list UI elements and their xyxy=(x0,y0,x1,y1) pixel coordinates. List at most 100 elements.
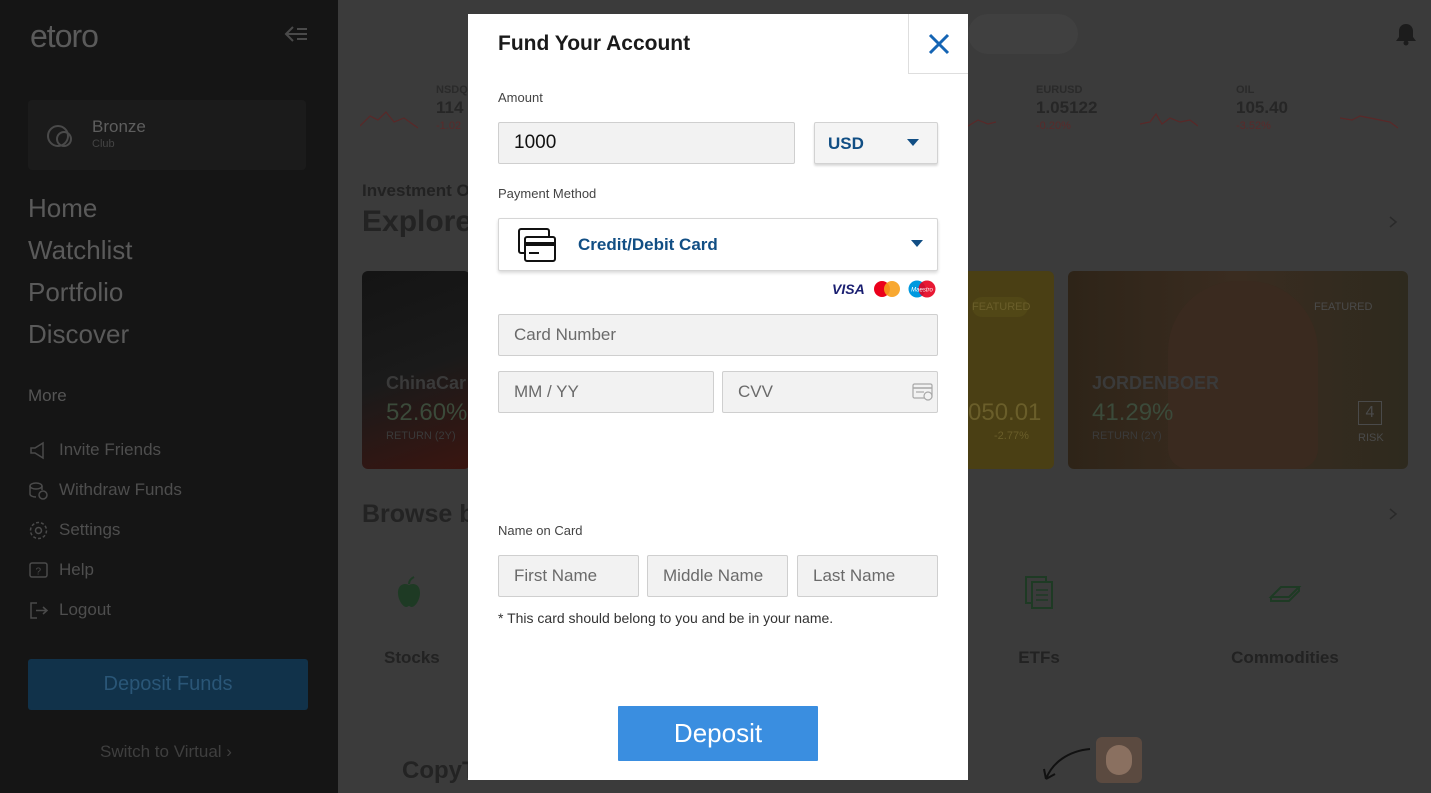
visa-logo: VISA xyxy=(832,281,865,297)
nav-label: Invite Friends xyxy=(59,440,162,459)
chevron-right-icon[interactable] xyxy=(1386,215,1400,229)
card-brands: VISA Maestro xyxy=(832,279,938,299)
nav-discover[interactable]: Discover xyxy=(28,316,133,358)
deposit-funds-button[interactable]: Deposit Funds xyxy=(28,659,308,710)
fund-account-modal: Fund Your Account Amount USD Payment Met… xyxy=(468,14,968,780)
category-stocks[interactable]: Stocks xyxy=(384,575,440,668)
ticker-nsdq[interactable]: NSDQ 114 -1.02 xyxy=(436,84,468,132)
credit-card-icon xyxy=(518,228,556,262)
modal-title: Fund Your Account xyxy=(498,32,691,55)
card-name: ChinaCar xyxy=(386,373,467,393)
etoro-logo[interactable]: etoro xyxy=(30,18,99,55)
card-ownership-note: * This card should belong to you and be … xyxy=(498,610,834,626)
apple-icon xyxy=(398,576,420,607)
card-name: JORDENBOER xyxy=(1092,373,1220,393)
avatar[interactable] xyxy=(1096,737,1142,783)
more-nav: Invite Friends Withdraw Funds Settings ?… xyxy=(28,430,182,630)
first-name-input[interactable] xyxy=(498,555,639,597)
category-etfs[interactable]: ETFs xyxy=(1016,575,1062,668)
section-subtitle: Investment Op xyxy=(362,181,481,200)
name-on-card-label: Name on Card xyxy=(498,523,583,538)
nav-help[interactable]: ? Help xyxy=(28,550,182,590)
club-icon xyxy=(47,125,72,147)
investment-card-featured[interactable]: FEATURED 050.01 -2.77% xyxy=(968,271,1054,469)
sparkline-eurusd xyxy=(1140,112,1198,127)
currency-select[interactable]: USD xyxy=(814,122,938,164)
deposit-button[interactable]: Deposit xyxy=(618,706,818,761)
expiry-input[interactable] xyxy=(498,371,714,413)
svg-text:?: ? xyxy=(36,566,42,577)
copytrader-title: CopyT xyxy=(402,757,477,784)
ticker-name: OIL xyxy=(1236,84,1255,96)
card-return: 52.60% xyxy=(386,399,468,426)
megaphone-icon xyxy=(30,441,44,459)
nav-portfolio[interactable]: Portfolio xyxy=(28,274,133,316)
ticker-value: 1.05122 xyxy=(1036,98,1098,117)
investment-card-chinacar[interactable]: ChinaCar 52.60% RETURN (2Y) xyxy=(362,271,470,469)
club-badge[interactable]: Bronze Club xyxy=(28,100,306,170)
search-bar[interactable] xyxy=(968,14,1078,54)
risk-score: 4 xyxy=(1358,401,1382,425)
mastercard-logo xyxy=(874,281,900,297)
card-value: 050.01 xyxy=(968,399,1042,426)
close-icon xyxy=(928,33,950,55)
ticker-name: NSDQ xyxy=(436,84,468,96)
caret-down-icon xyxy=(911,240,923,247)
featured-badge: FEATURED xyxy=(972,297,1030,317)
cvv-card-icon xyxy=(912,383,933,401)
middle-name-input[interactable] xyxy=(647,555,788,597)
main-nav: Home Watchlist Portfolio Discover xyxy=(28,190,133,358)
close-button[interactable] xyxy=(908,14,968,74)
gear-icon xyxy=(29,521,48,539)
investment-card-jordenboer[interactable]: FEATURED JORDENBOER 41.29% RETURN (2Y) 4… xyxy=(1068,271,1408,469)
card-number-input[interactable] xyxy=(498,314,938,356)
ticker-change: -1.02 xyxy=(436,120,462,132)
nav-withdraw-funds[interactable]: Withdraw Funds xyxy=(28,470,182,510)
bell-icon[interactable] xyxy=(1395,22,1417,46)
nav-label: Settings xyxy=(59,520,121,539)
collapse-sidebar-icon[interactable] xyxy=(283,22,309,46)
last-name-input[interactable] xyxy=(797,555,938,597)
nav-home[interactable]: Home xyxy=(28,190,133,232)
ticker-eurusd[interactable]: EURUSD 1.05122 -0.20% xyxy=(1036,84,1097,132)
category-label: ETFs xyxy=(1018,648,1060,667)
amount-input[interactable] xyxy=(498,122,795,164)
svg-text:Maestro: Maestro xyxy=(911,288,933,294)
club-name: Bronze xyxy=(92,117,146,136)
nav-label: Withdraw Funds xyxy=(59,480,182,499)
payment-method-select[interactable]: Credit/Debit Card xyxy=(498,218,938,271)
switch-to-virtual-link[interactable]: Switch to Virtual › xyxy=(100,742,232,762)
sparkline-oil xyxy=(1340,115,1398,129)
more-title: More xyxy=(28,386,67,405)
sidebar: etoro Bronze Club Home Watchlist Portfol… xyxy=(0,0,338,793)
ticker-oil[interactable]: OIL 105.40 -3.52% xyxy=(1236,84,1288,132)
caret-down-icon xyxy=(907,139,919,146)
coins-icon xyxy=(29,481,48,500)
cvv-input[interactable] xyxy=(722,371,938,413)
maestro-logo: Maestro xyxy=(908,280,936,298)
help-icon: ? xyxy=(29,561,48,578)
nav-settings[interactable]: Settings xyxy=(28,510,182,550)
club-sub: Club xyxy=(92,138,115,150)
card-return: 41.29% xyxy=(1092,399,1174,426)
sparkline-nsdq xyxy=(360,111,418,129)
chevron-right-icon[interactable] xyxy=(1386,507,1400,521)
ticker-change: -0.20% xyxy=(1036,120,1071,132)
category-commodities[interactable]: Commodities xyxy=(1230,575,1340,668)
risk-label: RISK xyxy=(1358,432,1384,444)
amount-label: Amount xyxy=(498,90,543,105)
logout-icon xyxy=(30,601,49,619)
ticker-name: EURUSD xyxy=(1036,84,1083,96)
nav-invite-friends[interactable]: Invite Friends xyxy=(28,430,182,470)
featured-badge: FEATURED xyxy=(1314,301,1373,313)
nav-logout[interactable]: Logout xyxy=(28,590,182,630)
category-label: Stocks xyxy=(384,648,440,667)
card-return-label: RETURN (2Y) xyxy=(386,430,456,442)
nav-watchlist[interactable]: Watchlist xyxy=(28,232,133,274)
currency-value: USD xyxy=(828,134,864,153)
payment-method-value: Credit/Debit Card xyxy=(578,235,718,254)
payment-method-label: Payment Method xyxy=(498,186,597,201)
category-label: Commodities xyxy=(1231,648,1339,667)
card-return-label: RETURN (2Y) xyxy=(1092,430,1162,442)
ticker-value: 105.40 xyxy=(1236,98,1288,117)
